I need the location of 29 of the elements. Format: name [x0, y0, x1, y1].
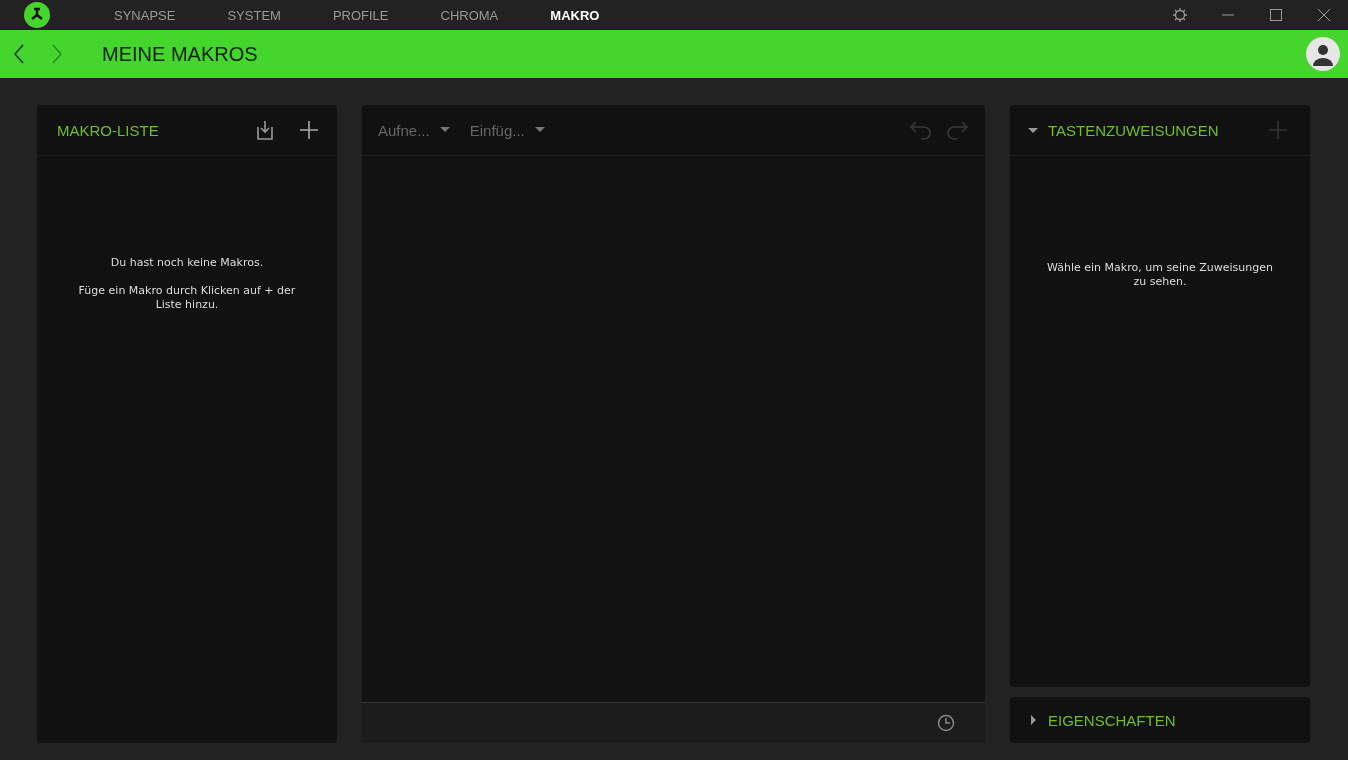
chevron-left-icon: [13, 44, 25, 64]
section-title[interactable]: TASTENZUWEISUNGEN: [1048, 121, 1250, 139]
section-title[interactable]: EIGENSCHAFTEN: [1048, 711, 1296, 729]
avatar-icon[interactable]: [1306, 37, 1340, 71]
redo-icon: [945, 119, 969, 141]
panel-title: MAKRO-LISTE: [57, 121, 160, 139]
page-title: MEINE MAKROS: [102, 42, 258, 66]
logo-icon: [24, 2, 50, 28]
download-tray-icon: [254, 119, 276, 141]
nav-tab[interactable]: MAKRO: [524, 0, 626, 30]
chevron-right-icon: [51, 44, 63, 64]
clock-icon[interactable]: [937, 714, 955, 732]
caret-icon: [439, 127, 450, 133]
gear-icon: [1172, 7, 1188, 23]
nav-tab[interactable]: CHROMA: [414, 0, 525, 30]
undo-icon: [909, 119, 933, 141]
maximize-icon: [1269, 8, 1283, 22]
nav-tab[interactable]: PROFILE: [306, 0, 415, 30]
caret-icon: [534, 127, 545, 133]
hint-message: Wähle ein Makro, um seine Zuweisungen zu sehen.: [1046, 260, 1274, 289]
plus-icon: [299, 120, 319, 140]
nav-tab[interactable]: SYSTEM: [201, 0, 307, 30]
empty-message: Füge ein Makro durch Klicken auf + der Liste hinzu.: [77, 284, 297, 312]
close-icon: [1317, 8, 1331, 22]
expand-caret-icon[interactable]: [1028, 125, 1038, 135]
empty-message: Du hast noch keine Makros.: [109, 256, 265, 270]
nav-tab[interactable]: SYNAPSE: [88, 0, 202, 30]
expand-caret-icon[interactable]: [1028, 715, 1038, 725]
plus-icon: [1268, 120, 1288, 140]
